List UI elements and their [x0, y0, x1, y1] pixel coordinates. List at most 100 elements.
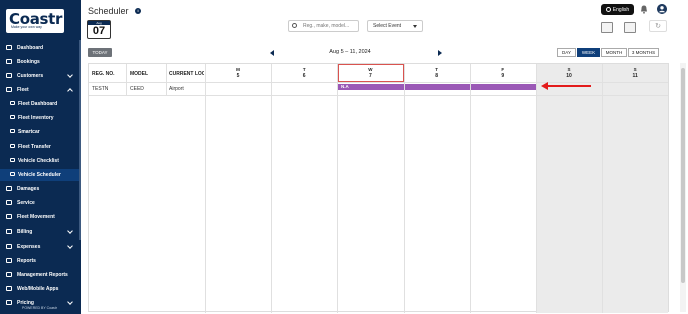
view-week-button[interactable]: WEEK [577, 48, 600, 57]
day-number: 10 [566, 73, 572, 79]
chevron-down-icon [67, 228, 73, 234]
calendar-date-icon[interactable]: Aug 07 [87, 20, 111, 39]
scrollbar-thumb[interactable] [681, 68, 685, 283]
scheduler-icon [10, 172, 15, 176]
chevron-down-icon [67, 299, 73, 305]
row-divider [89, 95, 668, 96]
damages-icon [6, 186, 12, 191]
sidebar-item-label: Vehicle Checklist [18, 158, 59, 164]
weekend-column-sun [602, 64, 668, 313]
header-divider [89, 82, 668, 83]
day-letter: S [567, 67, 571, 72]
language-label: English [612, 6, 630, 13]
day-letter: W [368, 67, 373, 72]
sidebar-item-damages[interactable]: Damages [0, 183, 81, 195]
refresh-button[interactable]: ↻ [649, 20, 667, 32]
language-button[interactable]: English [601, 4, 634, 15]
sidebar-item-label: Web/Mobile Apps [17, 286, 59, 292]
user-avatar-icon[interactable] [657, 4, 667, 14]
day-number: 9 [501, 73, 505, 79]
chevron-down-icon [67, 72, 73, 78]
sidebar: Coastr Make your own way Dashboard Bookin… [0, 0, 81, 314]
day-divider [602, 64, 604, 313]
today-button[interactable]: TODAY [88, 48, 112, 57]
chevron-up-icon [67, 88, 73, 94]
checklist-icon [10, 158, 15, 162]
sidebar-item-reports[interactable]: Reports [0, 255, 81, 267]
sidebar-item-fleet[interactable]: Fleet [0, 84, 81, 96]
fleet-transfer-icon [10, 144, 15, 148]
dashboard-icon [6, 45, 12, 50]
day-column-header: S 10 [536, 64, 602, 82]
management-reports-icon [6, 272, 12, 277]
chevron-down-icon [413, 25, 417, 28]
sidebar-item-expenses[interactable]: Expenses [0, 241, 81, 253]
sidebar-item-label: Fleet Inventory [18, 115, 54, 121]
day-divider [536, 64, 537, 313]
view-3-months-button[interactable]: 3 MONTHS [628, 48, 659, 57]
day-column-header: M5 [205, 64, 271, 82]
column-header-reg: REG. NO. [92, 71, 115, 77]
globe-icon [605, 7, 611, 12]
booking-event-bar[interactable]: N.A [338, 84, 536, 90]
pricing-icon [6, 300, 12, 305]
next-week-icon[interactable] [438, 50, 442, 56]
scheduler-grid: REG. NO. MODEL CURRENT LOCA TESTN CEED A… [88, 63, 669, 313]
service-icon [6, 200, 12, 205]
smartcar-icon [10, 129, 15, 133]
vertical-scrollbar[interactable] [680, 63, 686, 312]
sidebar-item-label: Management Reports [17, 272, 68, 278]
sidebar-item-label: Fleet Transfer [18, 144, 51, 150]
vehicle-icon[interactable] [624, 22, 636, 33]
sidebar-item-label: Smartcar [18, 129, 40, 135]
row-model: CEED [130, 86, 144, 92]
sidebar-item-management-reports[interactable]: Management Reports [0, 269, 81, 281]
sidebar-item-dashboard[interactable]: Dashboard [0, 42, 81, 54]
bell-icon[interactable] [640, 5, 648, 14]
col-divider [166, 64, 167, 95]
customers-icon [6, 73, 12, 78]
row-reg[interactable]: TESTN [92, 86, 108, 92]
calendar-day: 07 [92, 25, 106, 37]
sidebar-item-label: Expenses [17, 244, 41, 250]
sidebar-item-vehicle-scheduler[interactable]: Vehicle Scheduler [0, 169, 81, 181]
sidebar-item-bookings[interactable]: Bookings [0, 56, 81, 68]
view-month-button[interactable]: MONTH [601, 48, 627, 57]
fleet-inventory-icon [10, 115, 15, 119]
billing-icon [6, 229, 12, 234]
sidebar-item-fleet-inventory[interactable]: Fleet Inventory [0, 112, 81, 124]
sidebar-item-fleet-movement[interactable]: Fleet Movement [0, 211, 81, 223]
sidebar-item-billing[interactable]: Billing [0, 226, 81, 238]
sidebar-item-label: Damages [17, 186, 40, 192]
date-range: Aug 5 – 11, 2024 [329, 49, 371, 55]
sidebar-item-smartcar[interactable]: Smartcar [0, 126, 81, 138]
sidebar-item-fleet-transfer[interactable]: Fleet Transfer [0, 141, 81, 153]
sidebar-item-vehicle-checklist[interactable]: Vehicle Checklist [0, 155, 81, 167]
view-day-button[interactable]: DAY [557, 48, 576, 57]
fleet-dashboard-icon [10, 101, 15, 105]
grid-view-icon[interactable] [601, 22, 613, 33]
day-column-header: S 11 [602, 64, 668, 82]
coastr-logo[interactable]: Coastr Make your own way [6, 9, 64, 33]
day-divider [337, 64, 339, 313]
weekend-column-sat [536, 64, 602, 313]
sidebar-item-label: Fleet Dashboard [18, 101, 58, 107]
select-event-dropdown[interactable]: Select Event [367, 20, 423, 32]
column-header-model: MODEL [130, 71, 149, 77]
sidebar-item-web-mobile-apps[interactable]: Web/Mobile Apps [0, 283, 81, 295]
search-icon [292, 23, 297, 28]
search-input[interactable] [288, 20, 359, 32]
prev-week-icon[interactable] [270, 50, 274, 56]
arrow-shaft [547, 85, 591, 87]
sidebar-scrollbar[interactable] [79, 40, 81, 240]
fleet-movement-icon [6, 214, 12, 219]
sidebar-item-label: Fleet Movement [17, 214, 55, 220]
sidebar-item-customers[interactable]: Customers [0, 70, 81, 82]
day-number: 5 [236, 73, 240, 79]
info-icon[interactable]: i [135, 8, 141, 14]
day-column-header: T6 [271, 64, 337, 82]
day-letter: M [236, 67, 240, 72]
sidebar-item-service[interactable]: Service [0, 197, 81, 209]
sidebar-item-fleet-dashboard[interactable]: Fleet Dashboard [0, 98, 81, 110]
day-column-header: W7 [337, 64, 403, 82]
